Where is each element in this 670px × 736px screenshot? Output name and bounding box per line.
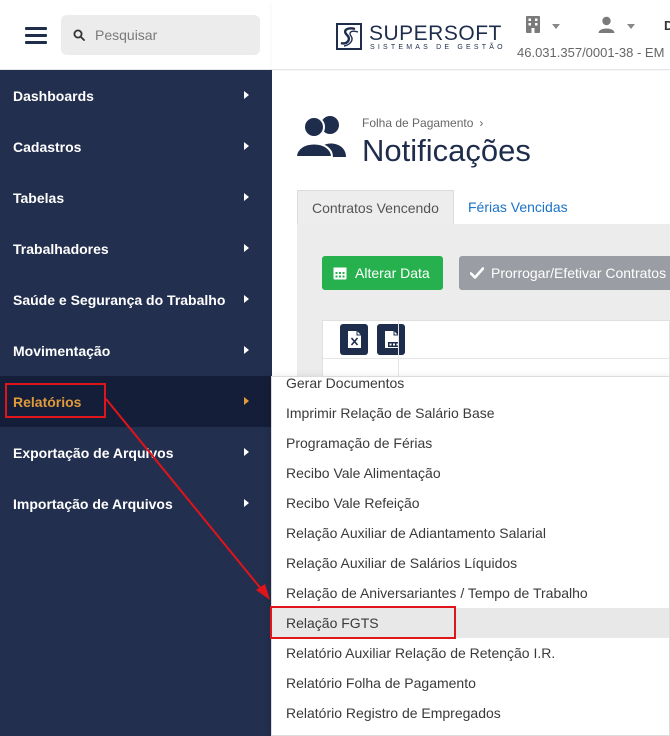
logo-name: SUPERSOFT xyxy=(369,22,502,45)
chevron-right-icon xyxy=(244,142,249,150)
sidebar-menu: Dashboards Cadastros Tabelas Trabalhadores S… xyxy=(0,70,272,529)
sidebar-item-label: Cadastros xyxy=(13,138,82,155)
building-icon xyxy=(526,16,540,33)
breadcrumb: Folha de Pagamento › xyxy=(362,116,483,130)
chevron-right-icon xyxy=(244,448,249,456)
sidebar-item-label: Trabalhadores xyxy=(13,240,109,257)
chevron-right-icon xyxy=(244,346,249,354)
header-user-name: D xyxy=(664,18,670,33)
menu-toggle-icon[interactable] xyxy=(25,27,47,45)
chevron-right-icon xyxy=(244,193,249,201)
annotation-box-relacao-fgts xyxy=(270,606,456,639)
grid-toolbar xyxy=(323,321,670,359)
user-icon xyxy=(598,16,615,33)
sidebar-item-movimentacao[interactable]: Movimentação xyxy=(0,325,272,376)
chevron-down-icon xyxy=(627,24,635,29)
supersoft-logo[interactable]: SUPERSOFT SISTEMAS DE GESTÃO xyxy=(336,22,503,54)
tab-contratos-vencendo[interactable]: Contratos Vencendo xyxy=(297,190,454,224)
submenu-item[interactable]: Relatório Auxiliar Relação de Retenção I… xyxy=(272,638,669,668)
submenu-item[interactable]: Imprimir Relação de Salário Base xyxy=(272,398,669,428)
submenu-item[interactable]: Recibo Vale Refeição xyxy=(272,488,669,518)
check-icon xyxy=(470,267,484,279)
top-header: SUPERSOFT SISTEMAS DE GESTÃO D 46.031.35… xyxy=(272,0,670,70)
sidebar-item-dashboards[interactable]: Dashboards xyxy=(0,70,272,121)
submenu-item[interactable]: Gerar Documentos xyxy=(272,377,669,398)
breadcrumb-item[interactable]: Folha de Pagamento xyxy=(362,116,473,130)
chevron-right-icon xyxy=(244,499,249,507)
submenu-item[interactable]: Recibo Vale Alimentação xyxy=(272,458,669,488)
prorrogar-efetivar-button[interactable]: Prorrogar/Efetivar Contratos xyxy=(459,256,670,290)
page-title: Notificações xyxy=(362,133,531,168)
submenu-item[interactable]: Programação de Férias xyxy=(272,428,669,458)
sidebar-item-cadastros[interactable]: Cadastros xyxy=(0,121,272,172)
export-csv-button[interactable] xyxy=(377,324,405,355)
submenu-item[interactable]: Relação Auxiliar de Salários Líquidos xyxy=(272,548,669,578)
logo-mark-icon xyxy=(336,23,362,50)
chevron-right-icon xyxy=(244,91,249,99)
users-icon xyxy=(296,116,346,157)
chevron-down-icon xyxy=(552,24,560,29)
sidebar-item-label: Importação de Arquivos xyxy=(13,495,173,512)
chevron-right-icon xyxy=(244,295,249,303)
sidebar-item-trabalhadores[interactable]: Trabalhadores xyxy=(0,223,272,274)
sidebar-header xyxy=(0,0,272,70)
user-dropdown[interactable] xyxy=(598,16,638,36)
excel-file-icon xyxy=(348,331,361,348)
logo-subtitle: SISTEMAS DE GESTÃO xyxy=(370,44,506,51)
sidebar-item-importacao-de-arquivos[interactable]: Importação de Arquivos xyxy=(0,478,272,529)
sidebar-item-label: Tabelas xyxy=(13,189,65,206)
submenu-item[interactable]: Relação de Aniversariantes / Tempo de Tr… xyxy=(272,578,669,608)
tab-ferias-vencidas[interactable]: Férias Vencidas xyxy=(454,190,582,224)
sidebar-item-exportacao-de-arquivos[interactable]: Exportação de Arquivos xyxy=(0,427,272,478)
search-box[interactable] xyxy=(61,15,260,55)
prorrogar-efetivar-label: Prorrogar/Efetivar Contratos xyxy=(491,265,667,281)
annotation-box-relatorios xyxy=(5,383,106,418)
chevron-right-icon: › xyxy=(479,116,484,130)
sidebar-item-saude-e-seguranca-do-trabalho[interactable]: Saúde e Segurança do Trabalho xyxy=(0,274,272,325)
alterar-data-button[interactable]: Alterar Data xyxy=(322,256,443,290)
alterar-data-label: Alterar Data xyxy=(355,265,430,281)
submenu-item[interactable]: Relatório Folha de Pagamento xyxy=(272,668,669,698)
sidebar-item-label: Movimentação xyxy=(13,342,111,359)
submenu-item[interactable]: Relatório Registro de Empregados xyxy=(272,698,669,728)
export-excel-button[interactable] xyxy=(340,324,368,355)
chevron-right-icon xyxy=(244,244,249,252)
relatorios-submenu: Gerar Documentos Imprimir Relação de Salá… xyxy=(271,376,670,736)
company-cnpj: 46.031.357/0001-38 - EM xyxy=(517,45,665,60)
calendar-icon xyxy=(333,267,347,280)
csv-file-icon xyxy=(385,331,401,348)
chevron-right-icon xyxy=(244,397,249,405)
sidebar-item-tabelas[interactable]: Tabelas xyxy=(0,172,272,223)
company-dropdown[interactable] xyxy=(526,16,562,36)
sidebar-item-label: Exportação de Arquivos xyxy=(13,444,174,461)
submenu-item[interactable]: Relação Auxiliar de Adiantamento Salaria… xyxy=(272,518,669,548)
search-input[interactable] xyxy=(95,15,255,55)
sidebar-item-label: Saúde e Segurança do Trabalho xyxy=(13,291,226,308)
sidebar: Dashboards Cadastros Tabelas Trabalhadores S… xyxy=(0,0,272,736)
tab-bar: Contratos Vencendo Férias Vencidas xyxy=(297,190,670,224)
sidebar-item-label: Dashboards xyxy=(13,87,94,104)
search-icon xyxy=(73,29,85,41)
